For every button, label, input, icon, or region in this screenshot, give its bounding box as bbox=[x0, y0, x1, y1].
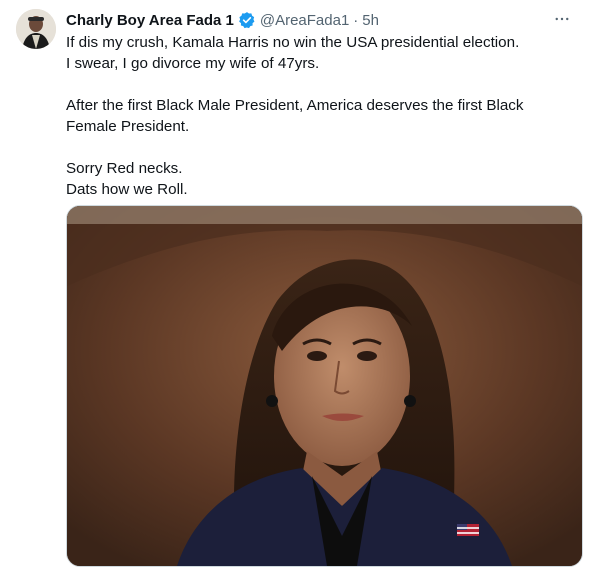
avatar[interactable] bbox=[16, 9, 56, 49]
tweet-line: Sorry Red necks. bbox=[66, 160, 183, 177]
tweet-line: If dis my crush, Kamala Harris no win th… bbox=[66, 34, 520, 51]
tweet-line: I swear, I go divorce my wife of 47yrs. bbox=[66, 55, 320, 72]
tweet-line: Dats how we Roll. bbox=[66, 181, 188, 198]
tweet-text: If dis my crush, Kamala Harris no win th… bbox=[66, 32, 571, 200]
ellipsis-icon[interactable] bbox=[549, 6, 575, 32]
tweet-line: Female President. bbox=[66, 118, 190, 135]
tweet-header: Charly Boy Area Fada 1 @AreaFada1 · 5h bbox=[66, 10, 379, 30]
separator-dot: · bbox=[353, 11, 359, 29]
tweet-line: After the first Black Male President, Am… bbox=[66, 97, 524, 114]
verified-badge-icon bbox=[238, 11, 256, 29]
timestamp[interactable]: 5h bbox=[362, 12, 379, 29]
tweet-photo[interactable] bbox=[66, 205, 583, 567]
author-name[interactable]: Charly Boy Area Fada 1 bbox=[66, 12, 234, 29]
author-handle[interactable]: @AreaFada1 bbox=[260, 12, 349, 29]
